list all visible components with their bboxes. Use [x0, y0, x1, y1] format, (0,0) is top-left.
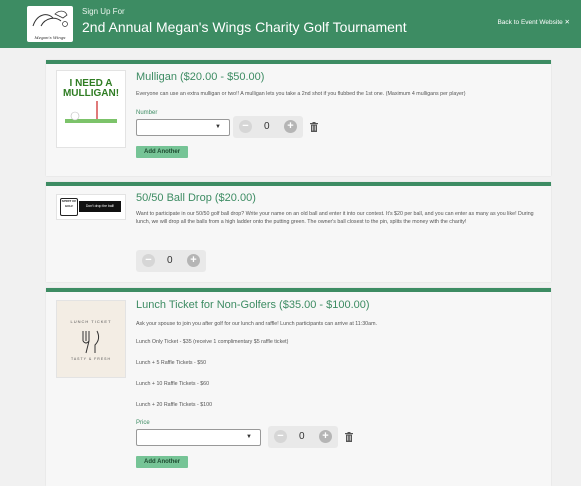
quantity-stepper-lunch: − 0 + [268, 426, 338, 448]
quantity-stepper-ball-drop: − 0 + [136, 250, 206, 272]
trash-icon[interactable] [310, 122, 318, 132]
lunch-ticket-image: LUNCH TICKET TASTY & FRESH [56, 300, 126, 378]
item-title-lunch-ticket: Lunch Ticket for Non-Golfers ($35.00 - $… [136, 299, 370, 311]
header-subtitle: Sign Up For [82, 7, 125, 16]
quantity-stepper-mulligan: − 0 + [233, 116, 303, 138]
item-description-lunch-ticket: Ask your spouse to join you after golf f… [136, 321, 377, 327]
lunch-ticket-ring-sub: TASTY & FRESH [70, 357, 112, 361]
logo-graphic [32, 10, 68, 27]
trash-icon[interactable] [345, 432, 353, 442]
decrement-button[interactable]: − [239, 120, 252, 133]
ball-drop-logo-line-2: GOLF [64, 204, 74, 208]
item-title-mulligan: Mulligan ($20.00 - $50.00) [136, 71, 265, 83]
item-card-ball-drop: SPIRIT OF GOLF Don't drop the ball! 50/5… [46, 182, 551, 282]
page-header: Megan's Wings Sign Up For 2nd Annual Meg… [0, 0, 581, 48]
price-select[interactable]: ▼ [136, 429, 261, 446]
ball-drop-logo: SPIRIT OF GOLF [60, 198, 78, 216]
golf-ball-illustration [65, 101, 117, 123]
quantity-value: 0 [299, 431, 305, 442]
lunch-ticket-ring-text: LUNCH TICKET [70, 319, 112, 324]
chevron-down-icon: ▼ [215, 124, 221, 130]
increment-button[interactable]: + [319, 430, 332, 443]
lunch-option-1: Lunch Only Ticket - $35 (receive 1 compl… [136, 339, 289, 345]
item-description-mulligan: Everyone can use an extra mulligan or tw… [136, 91, 466, 97]
lunch-option-2: Lunch + 5 Raffle Tickets - $50 [136, 360, 207, 366]
increment-button[interactable]: + [187, 254, 200, 267]
add-another-button-lunch[interactable]: Add Another [136, 456, 189, 468]
number-select[interactable]: ▼ [136, 119, 230, 136]
decrement-button[interactable]: − [274, 430, 287, 443]
ball-drop-logo-line-1: SPIRIT OF [61, 199, 77, 203]
item-card-mulligan: I NEED A MULLIGAN! Mulligan ($20.00 - $5… [46, 60, 551, 176]
add-another-button-mulligan[interactable]: Add Another [136, 146, 189, 158]
price-label: Price [136, 420, 150, 426]
megans-wings-logo: Megan's Wings [27, 6, 73, 42]
item-description-ball-drop: Want to participate in our 50/50 golf ba… [136, 211, 534, 226]
decrement-button[interactable]: − [142, 254, 155, 267]
back-to-event-link[interactable]: Back to Event Website ✕ [497, 18, 570, 26]
item-card-lunch-ticket: LUNCH TICKET TASTY & FRESH Lunch Ticket … [46, 288, 551, 486]
number-label: Number [136, 110, 158, 116]
ball-drop-image: SPIRIT OF GOLF Don't drop the ball! [56, 194, 126, 220]
lunch-option-3: Lunch + 10 Raffle Tickets - $60 [136, 381, 210, 387]
page-title: 2nd Annual Megan's Wings Charity Golf To… [82, 19, 407, 35]
increment-button[interactable]: + [284, 120, 297, 133]
ball-drop-banner: Don't drop the ball! [79, 201, 121, 212]
chevron-down-icon: ▼ [246, 434, 252, 440]
quantity-value: 0 [167, 255, 173, 266]
item-title-ball-drop: 50/50 Ball Drop ($20.00) [136, 192, 256, 204]
mulligan-image: I NEED A MULLIGAN! [56, 70, 126, 148]
quantity-value: 0 [264, 121, 270, 132]
lunch-ticket-graphic [82, 330, 100, 354]
lunch-option-4: Lunch + 20 Raffle Tickets - $100 [136, 402, 213, 408]
logo-text: Megan's Wings [34, 35, 66, 40]
